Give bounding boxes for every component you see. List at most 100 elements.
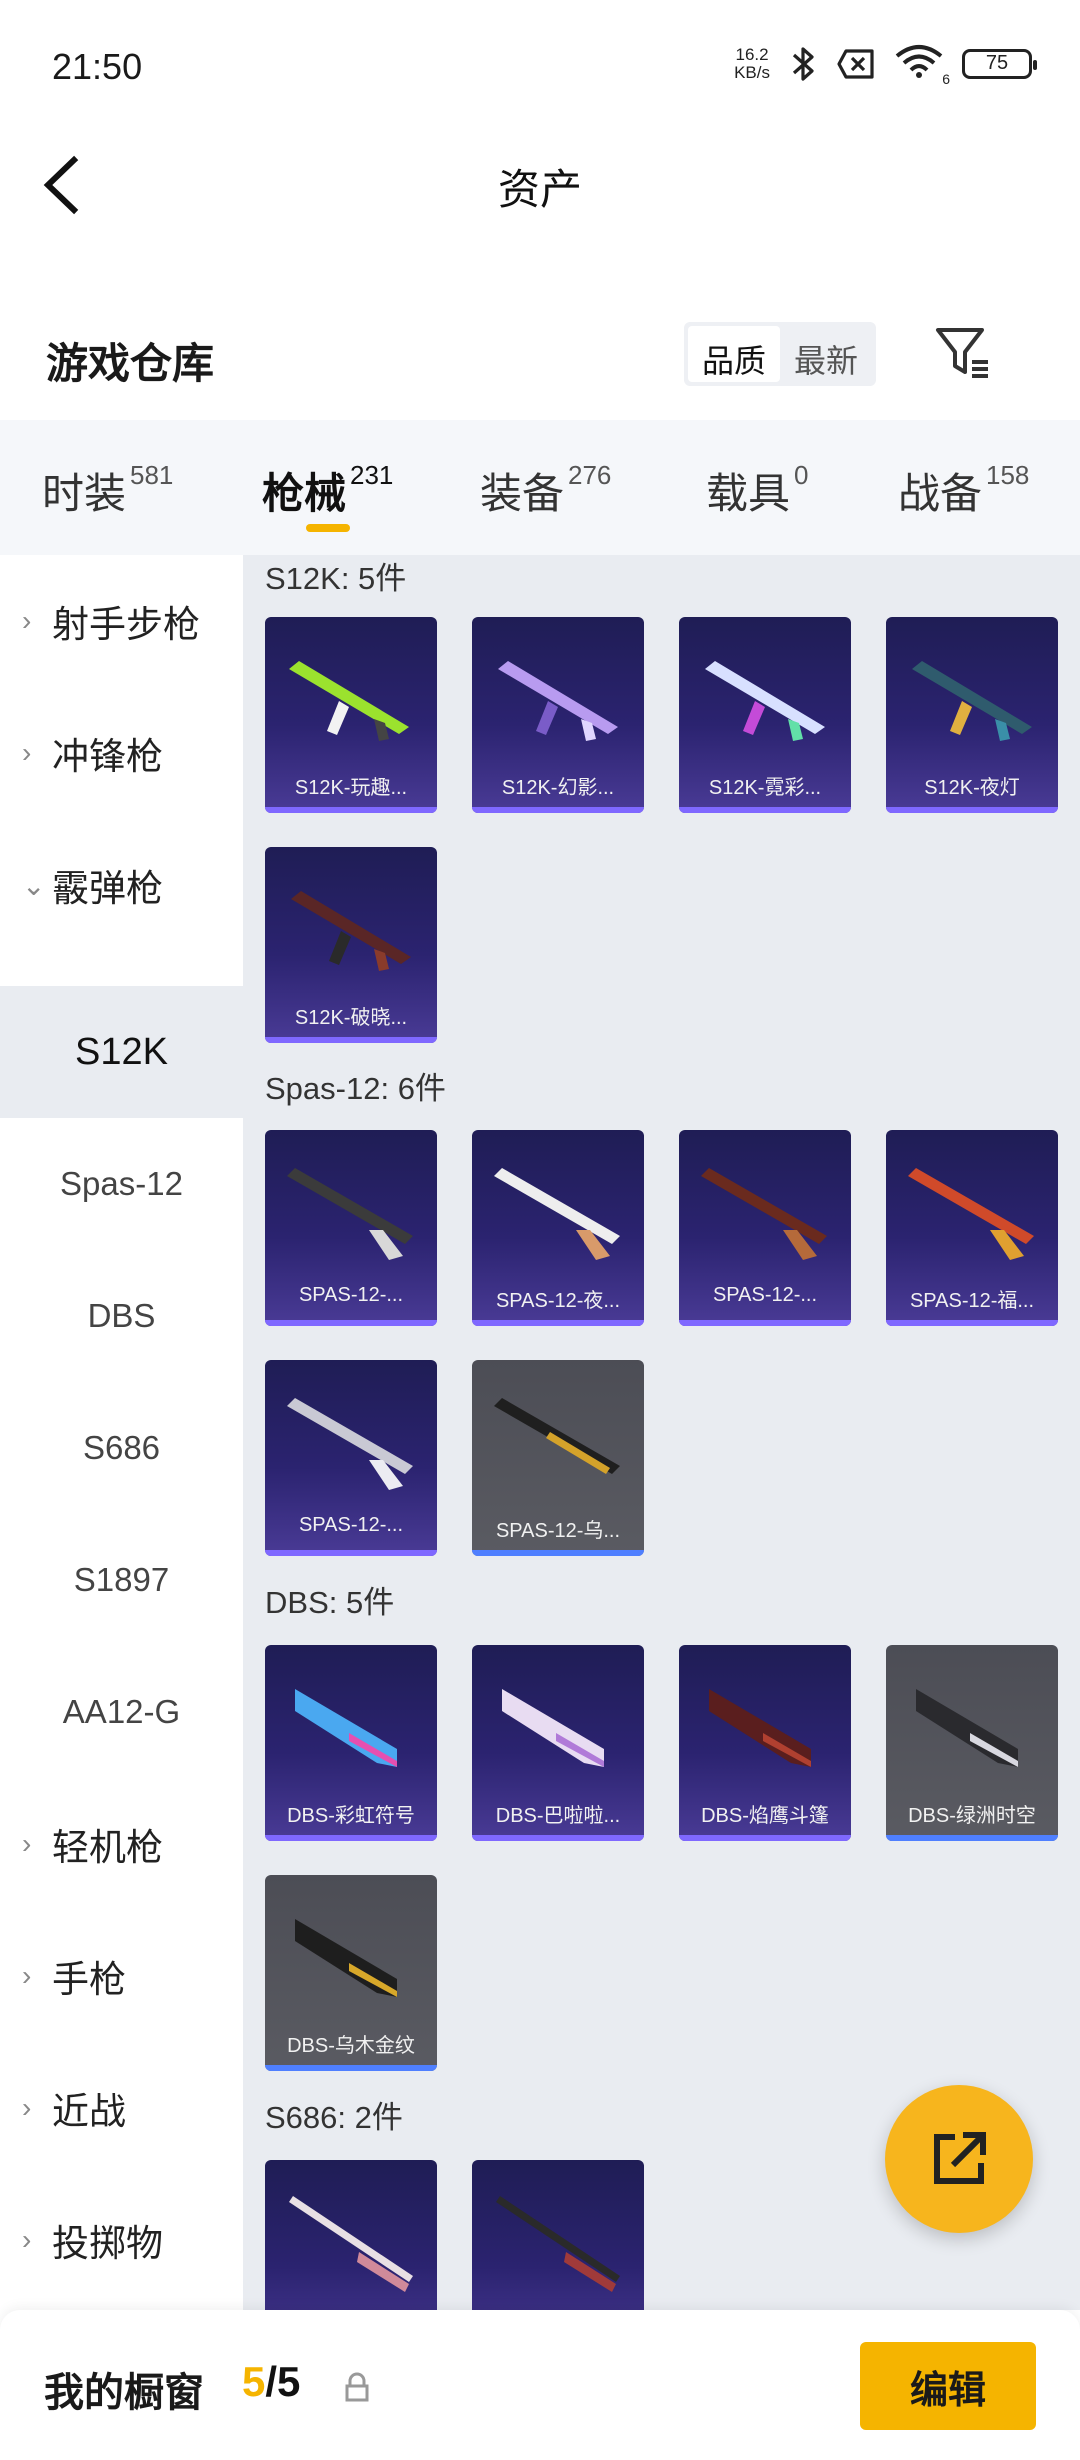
filter-button[interactable] bbox=[932, 322, 994, 384]
item-card[interactable]: SPAS-12-乌... bbox=[472, 1360, 644, 1556]
item-grid: S12K: 5件 S12K-玩趣... S12K-幻影... S12K-霓彩..… bbox=[243, 555, 1080, 2310]
item-card[interactable]: S12K-霓彩... bbox=[679, 617, 851, 813]
weapon-skin-image bbox=[908, 1168, 1034, 1260]
status-icons: 16.2 KB/s 6 75 bbox=[734, 44, 1037, 87]
item-card[interactable]: DBS-巴啦啦... bbox=[472, 1645, 644, 1841]
item-card[interactable] bbox=[472, 2160, 644, 2310]
weapon-skin-image bbox=[289, 2196, 413, 2292]
weapon-skin-image bbox=[287, 1398, 413, 1490]
item-card[interactable]: DBS-焰鹰斗篷 bbox=[679, 1645, 851, 1841]
sim-off-icon bbox=[837, 48, 874, 79]
tab-vehicles[interactable]: 载具 0 bbox=[706, 460, 808, 521]
weapon-skin-image bbox=[916, 1689, 1018, 1767]
sidebar-item-melee[interactable]: › 近战 bbox=[0, 2042, 243, 2174]
sidebar-item-spas12[interactable]: Spas-12 bbox=[0, 1118, 243, 1250]
active-tab-indicator bbox=[306, 524, 350, 532]
item-label: S12K-幻影... bbox=[501, 777, 615, 799]
item-card[interactable]: DBS-彩虹符号 bbox=[265, 1645, 437, 1841]
weapon-skin-image bbox=[912, 661, 1032, 741]
sort-newest-option[interactable]: 最新 bbox=[780, 326, 872, 382]
item-card[interactable]: SPAS-12-... bbox=[265, 1130, 437, 1326]
status-bar: 21:50 16.2 KB/s 6 75 bbox=[0, 0, 1080, 130]
item-card[interactable]: SPAS-12-福... bbox=[886, 1130, 1058, 1326]
item-card[interactable]: S12K-破晓... bbox=[265, 847, 437, 1043]
section-title: 游戏仓库 bbox=[46, 340, 215, 387]
group-title-s12k: S12K: 5件 bbox=[265, 561, 407, 596]
chevron-right-icon: › bbox=[22, 2224, 32, 2255]
wifi-indicator: 6 bbox=[894, 44, 950, 87]
tab-fashion[interactable]: 时装 581 bbox=[42, 460, 173, 521]
item-label: S12K-夜灯 bbox=[924, 777, 1020, 799]
item-card[interactable]: SPAS-12-... bbox=[265, 1360, 437, 1556]
chevron-right-icon: › bbox=[22, 1960, 32, 1991]
chevron-right-icon: › bbox=[22, 1828, 32, 1859]
weapon-type-sidebar: › 射手步枪 › 冲锋枪 ⌄ 霰弹枪 S12K Spas-12 DBS S686 S1… bbox=[0, 555, 243, 2310]
sidebar-item-throwables[interactable]: › 投掷物 bbox=[0, 2174, 243, 2306]
group-title-dbs: DBS: 5件 bbox=[265, 1585, 395, 1620]
sidebar-item-s12k[interactable]: S12K bbox=[0, 986, 243, 1118]
chevron-right-icon: › bbox=[22, 2092, 32, 2123]
weapon-skin-image bbox=[701, 1168, 827, 1260]
item-card[interactable] bbox=[265, 2160, 437, 2310]
sidebar-item-marksman-rifle[interactable]: › 射手步枪 bbox=[0, 555, 243, 687]
share-external-icon bbox=[934, 2132, 986, 2184]
item-label: DBS-彩虹符号 bbox=[287, 1805, 415, 1827]
item-card[interactable]: DBS-乌木金纹 bbox=[265, 1875, 437, 2071]
chevron-right-icon: › bbox=[22, 737, 32, 768]
sidebar-item-s686[interactable]: S686 bbox=[0, 1382, 243, 1514]
weapon-skin-image bbox=[496, 2196, 620, 2292]
category-tabs: 时装 581 枪械 231 装备 276 载具 0 战备 158 bbox=[0, 420, 1080, 555]
weapon-skin-image bbox=[502, 1689, 604, 1767]
net-speed: 16.2 KB/s bbox=[734, 44, 770, 82]
sidebar-item-dbs[interactable]: DBS bbox=[0, 1250, 243, 1382]
item-card[interactable]: S12K-幻影... bbox=[472, 617, 644, 813]
edit-button[interactable]: 编辑 bbox=[860, 2342, 1036, 2430]
tab-firearms[interactable]: 枪械 231 bbox=[262, 460, 393, 521]
sidebar-item-pistol[interactable]: › 手枪 bbox=[0, 1910, 243, 2042]
sidebar-item-shotgun[interactable]: ⌄ 霰弹枪 bbox=[0, 819, 243, 951]
top-header: 资产 bbox=[0, 130, 1080, 240]
item-label: SPAS-12-福... bbox=[909, 1290, 1035, 1312]
page-title: 资产 bbox=[497, 166, 582, 213]
status-time: 21:50 bbox=[52, 46, 143, 87]
wifi-icon bbox=[895, 45, 943, 78]
item-card[interactable]: SPAS-12-夜... bbox=[472, 1130, 644, 1326]
weapon-skin-image bbox=[291, 891, 411, 971]
group-title-s686: S686: 2件 bbox=[265, 2100, 403, 2135]
weapon-skin-image bbox=[709, 1689, 811, 1767]
item-label: SPAS-12-... bbox=[298, 1284, 404, 1306]
sort-quality-option[interactable]: 品质 bbox=[688, 326, 781, 382]
weapon-skin-image bbox=[494, 1168, 620, 1260]
filter-icon bbox=[936, 328, 988, 378]
item-label: SPAS-12-... bbox=[712, 1284, 818, 1306]
showcase-bar: 我的橱窗 5/5 编辑 bbox=[0, 2310, 1080, 2460]
weapon-skin-image bbox=[498, 661, 618, 741]
item-label: SPAS-12-乌... bbox=[495, 1520, 621, 1542]
weapon-skin-image bbox=[494, 1398, 620, 1474]
chevron-right-icon: › bbox=[22, 605, 32, 636]
weapon-skin-image bbox=[295, 1689, 397, 1767]
sidebar-item-aa12g[interactable]: AA12-G bbox=[0, 1646, 243, 1778]
item-label: DBS-乌木金纹 bbox=[287, 2035, 415, 2057]
weapon-skin-image bbox=[289, 661, 409, 741]
tab-supplies[interactable]: 战备 158 bbox=[898, 460, 1029, 521]
group-title-spas12: Spas-12: 6件 bbox=[265, 1071, 446, 1106]
item-card[interactable]: S12K-夜灯 bbox=[886, 617, 1058, 813]
item-label: DBS-绿洲时空 bbox=[908, 1805, 1036, 1827]
showcase-label: 我的橱窗 bbox=[44, 2371, 204, 2415]
item-label: SPAS-12-... bbox=[298, 1514, 404, 1536]
tab-equipment[interactable]: 装备 276 bbox=[480, 460, 611, 521]
item-label: DBS-焰鹰斗篷 bbox=[701, 1805, 829, 1827]
bluetooth-icon bbox=[792, 46, 814, 81]
sidebar-item-s1897[interactable]: S1897 bbox=[0, 1514, 243, 1646]
share-fab-button[interactable] bbox=[885, 2085, 1033, 2233]
wifi-badge: 6 bbox=[942, 71, 950, 87]
item-card[interactable]: SPAS-12-... bbox=[679, 1130, 851, 1326]
weapon-skin-image bbox=[705, 661, 825, 741]
sidebar-item-smg[interactable]: › 冲锋枪 bbox=[0, 687, 243, 819]
item-card[interactable]: S12K-玩趣... bbox=[265, 617, 437, 813]
sidebar-item-lmg[interactable]: › 轻机枪 bbox=[0, 1778, 243, 1910]
item-label: S12K-霓彩... bbox=[708, 777, 822, 799]
item-card[interactable]: DBS-绿洲时空 bbox=[886, 1645, 1058, 1841]
warehouse-header: 游戏仓库 品质 最新 bbox=[0, 300, 1080, 410]
